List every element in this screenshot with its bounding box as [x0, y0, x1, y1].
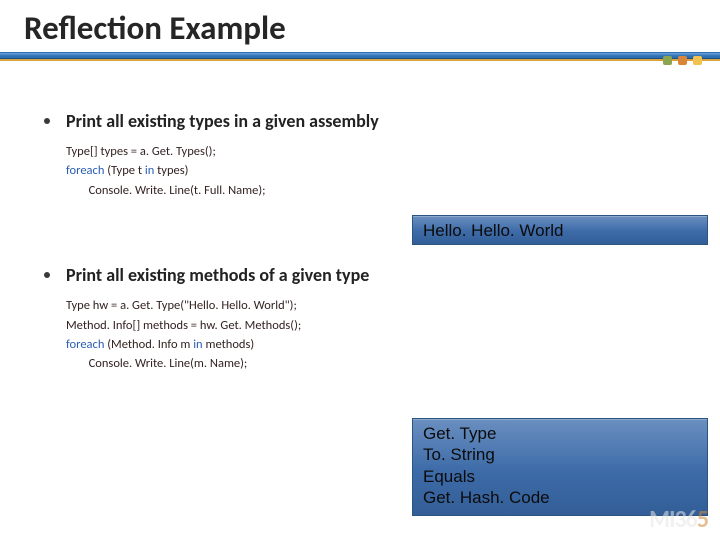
code-kw-in: in — [193, 337, 205, 352]
output-line: Equals — [423, 466, 697, 487]
divider-gold — [0, 59, 720, 61]
code-frag: types) — [157, 163, 188, 178]
decorative-dots — [663, 56, 702, 65]
watermark-logo: MI365 — [649, 505, 708, 534]
code-line: Type hw = a. Get. Type("Hello. Hello. Wo… — [66, 298, 297, 313]
output-line: Hello. Hello. World — [423, 220, 697, 241]
code-kw-foreach: foreach — [66, 337, 107, 352]
code-frag: (Type t — [107, 163, 145, 178]
output-line: Get. Type — [423, 423, 697, 444]
title-divider — [24, 52, 696, 60]
code-line: Method. Info[] methods = hw. Get. Method… — [66, 318, 301, 333]
bullet-icon — [44, 118, 50, 124]
code-frag: methods) — [205, 337, 254, 352]
output-line: To. String — [423, 444, 697, 465]
bullet-heading: Print all existing types in a given asse… — [66, 110, 686, 132]
code-line: Type[] types = a. Get. Types(); — [66, 144, 216, 159]
code-kw-foreach: foreach — [66, 163, 107, 178]
dot-icon — [693, 56, 702, 65]
output-box-methods: Get. Type To. String Equals Get. Hash. C… — [412, 418, 708, 516]
page-title: Reflection Example — [24, 8, 696, 48]
divider-blue — [0, 52, 720, 59]
code-line: Console. Write. Line(m. Name); — [66, 356, 247, 371]
bullet-types: Print all existing types in a given asse… — [66, 110, 686, 200]
bullet-methods: Print all existing methods of a given ty… — [66, 264, 686, 374]
slide: Reflection Example Print all existing ty… — [0, 0, 720, 540]
output-box-types: Hello. Hello. World — [412, 215, 708, 245]
logo-text: MI36 — [649, 505, 697, 534]
code-frag: (Method. Info m — [107, 337, 193, 352]
code-block: Type hw = a. Get. Type("Hello. Hello. Wo… — [66, 296, 686, 374]
code-block: Type[] types = a. Get. Types(); foreach … — [66, 142, 686, 200]
code-line: Console. Write. Line(t. Full. Name); — [66, 183, 266, 198]
dot-icon — [663, 56, 672, 65]
code-kw-in: in — [145, 163, 157, 178]
bullet-heading: Print all existing methods of a given ty… — [66, 264, 686, 286]
bullet-icon — [44, 272, 50, 278]
dot-icon — [678, 56, 687, 65]
logo-accent: 5 — [697, 505, 708, 534]
